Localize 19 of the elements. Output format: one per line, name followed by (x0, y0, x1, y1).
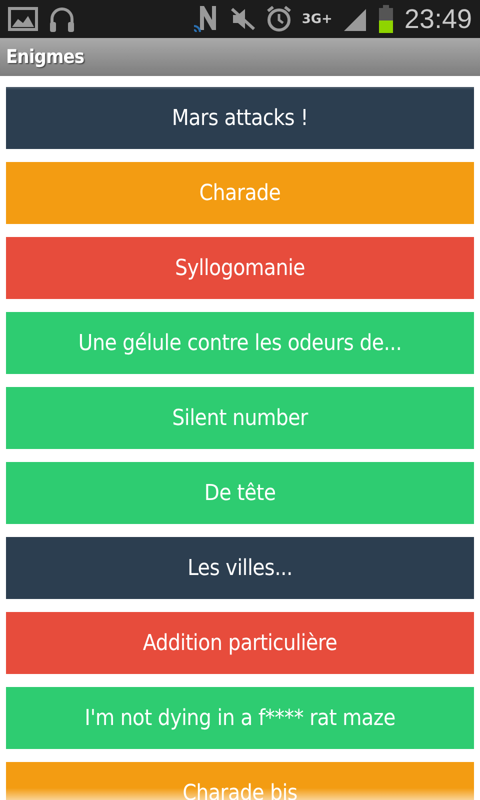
enigme-item[interactable]: Une gélule contre les odeurs de... (6, 312, 474, 374)
network-type: 3G+ (302, 12, 332, 26)
clock: 23:49 (404, 4, 472, 34)
enigme-item[interactable]: Charade (6, 162, 474, 224)
enigme-item[interactable]: Les villes... (6, 537, 474, 599)
mute-icon (230, 7, 256, 31)
alarm-icon (266, 5, 292, 33)
enigme-item[interactable]: Syllogomanie (6, 237, 474, 299)
headphones-icon (48, 5, 76, 33)
enigme-item[interactable]: Mars attacks ! (6, 87, 474, 149)
enigme-item[interactable]: I'm not dying in a f**** rat maze (6, 687, 474, 749)
gallery-icon (8, 7, 38, 31)
enigme-item[interactable]: Silent number (6, 387, 474, 449)
enigme-item[interactable]: Addition particulière (6, 612, 474, 674)
enigme-item[interactable]: Charade bis (6, 762, 474, 800)
app-title: Enigmes (6, 46, 84, 68)
signal-icon (342, 7, 368, 31)
battery-icon (378, 5, 394, 33)
enigme-item[interactable]: De tête (6, 462, 474, 524)
